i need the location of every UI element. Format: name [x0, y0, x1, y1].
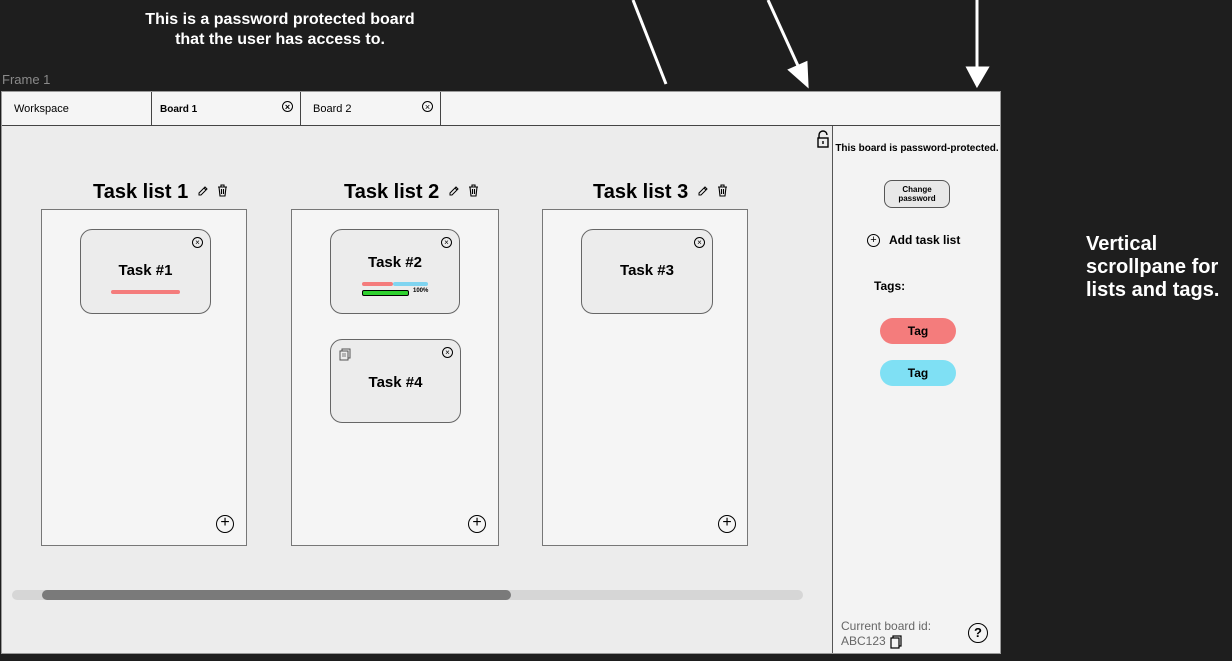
sidebar: This board is password-protected. Change… — [832, 126, 1000, 653]
list-title-actions — [198, 184, 228, 197]
close-icon[interactable]: × — [282, 101, 293, 112]
task-title: Task #2 — [368, 254, 422, 271]
tags-label: Tags: — [874, 279, 906, 293]
app-frame: Workspace Board 1 × Board 2 × Task list … — [1, 91, 1001, 654]
trash-icon[interactable] — [217, 184, 228, 197]
list-title: Task list 1 — [93, 181, 189, 203]
arrow-line — [766, 0, 801, 69]
close-icon[interactable]: × — [442, 347, 453, 358]
annotation-top: This is a password protected board that … — [145, 11, 415, 48]
trash-icon[interactable] — [468, 184, 479, 197]
annotation-right: Vertical scrollpane for lists and tags. — [1086, 233, 1220, 301]
list-title-actions — [449, 184, 479, 197]
task-list-column: × Task #2 100% × Task #4 + — [291, 209, 499, 546]
board-id-label: Current board id: — [841, 619, 932, 633]
color-tag-bar — [393, 282, 428, 286]
add-task-list-label: Add task list — [889, 233, 961, 247]
tab-board-2[interactable]: Board 2 × — [301, 92, 441, 125]
task-list-column: × Task #1 + — [41, 209, 247, 546]
edit-icon[interactable] — [449, 185, 460, 196]
task-card[interactable]: × Task #2 100% — [330, 229, 460, 314]
task-title: Task #4 — [368, 374, 423, 391]
list-title: Task list 2 — [344, 181, 440, 203]
copy-icon[interactable] — [890, 634, 902, 649]
task-title: Task #1 — [118, 262, 173, 279]
tab-label: Board 1 — [160, 104, 198, 115]
tab-bar: Workspace Board 1 × Board 2 × — [2, 92, 1000, 126]
task-list-column: × Task #3 + — [542, 209, 748, 546]
list-title-actions — [698, 184, 728, 197]
close-icon[interactable]: × — [694, 237, 705, 248]
frame-label: Frame 1 — [2, 72, 51, 87]
add-task-button[interactable]: + — [718, 515, 736, 533]
tab-label: Board 2 — [313, 103, 352, 115]
arrow-head — [787, 60, 809, 89]
edit-icon[interactable] — [198, 185, 209, 196]
tag-chip[interactable]: Tag — [880, 360, 956, 386]
task-card[interactable]: × Task #1 — [80, 229, 211, 314]
close-icon[interactable]: × — [192, 237, 203, 248]
edit-icon[interactable] — [698, 185, 709, 196]
board-id-info: Current board id: ABC123 — [841, 619, 931, 649]
protected-note: This board is password-protected. — [835, 143, 999, 154]
tab-label: Workspace — [14, 103, 69, 115]
color-tag-bar — [362, 282, 393, 286]
task-card[interactable]: × Task #3 — [581, 229, 713, 314]
add-task-button[interactable]: + — [216, 515, 234, 533]
close-icon[interactable]: × — [422, 101, 433, 112]
arrow-line — [631, 0, 668, 85]
copy-icon[interactable] — [339, 348, 351, 361]
scrollbar-thumb[interactable] — [42, 590, 511, 600]
progress-label: 100% — [413, 288, 429, 294]
board-area: Task list 1 × Task #1 + Task list 2 × Ta… — [2, 126, 832, 653]
color-tag-bar — [111, 290, 180, 294]
task-title: Task #3 — [620, 262, 674, 279]
plus-icon: + — [867, 233, 880, 247]
tab-workspace[interactable]: Workspace — [2, 92, 152, 125]
tab-board-1[interactable]: Board 1 × — [152, 92, 301, 125]
add-task-button[interactable]: + — [468, 515, 486, 533]
help-icon[interactable]: ? — [968, 623, 988, 643]
change-password-button[interactable]: Change password — [884, 180, 950, 208]
unlock-icon[interactable] — [817, 130, 829, 148]
close-icon[interactable]: × — [441, 237, 452, 248]
list-title: Task list 3 — [593, 181, 689, 203]
tag-chip[interactable]: Tag — [880, 318, 956, 344]
arrow-head — [965, 66, 990, 89]
trash-icon[interactable] — [717, 184, 728, 197]
progress-bar — [362, 290, 409, 296]
board-id-value: ABC123 — [841, 634, 886, 648]
task-card[interactable]: × Task #4 — [330, 339, 461, 423]
horizontal-scrollbar[interactable] — [12, 590, 803, 600]
add-task-list-button[interactable]: + Add task list — [867, 233, 960, 247]
